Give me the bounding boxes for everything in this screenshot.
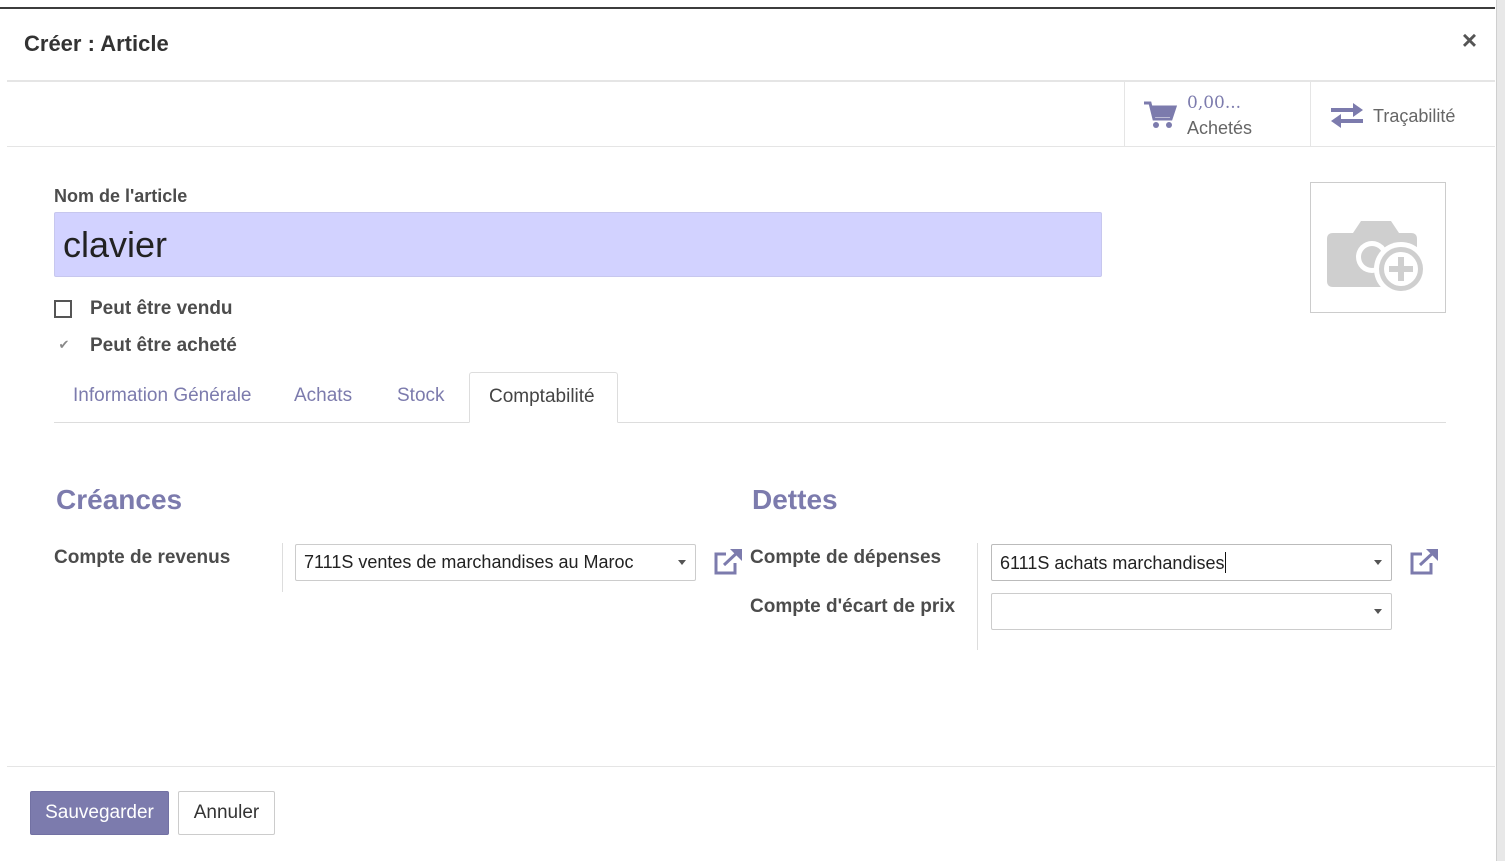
text-cursor <box>1225 552 1227 573</box>
shopping-cart-icon <box>1144 101 1177 128</box>
dialog-header: Créer : Article × <box>7 9 1495 82</box>
chevron-down-icon <box>1374 560 1382 565</box>
expense-account-select[interactable]: 6111S achats marchandises <box>991 544 1392 581</box>
article-image-upload[interactable] <box>1310 182 1446 313</box>
external-link-icon[interactable] <box>712 548 744 576</box>
checkmark-icon: ✔ <box>58 337 70 352</box>
tab-purchases[interactable]: Achats <box>294 372 352 422</box>
tab-stock[interactable]: Stock <box>397 372 445 422</box>
can-be-sold-checkbox[interactable]: Peut être vendu <box>54 296 284 322</box>
price-difference-account-label: Compte d'écart de prix <box>750 596 956 617</box>
receivables-title: Créances <box>56 484 183 515</box>
purchased-stat-button[interactable]: 0,00... Achetés <box>1124 82 1311 146</box>
cancel-button[interactable]: Annuler <box>178 791 275 835</box>
can-be-purchased-label: Peut être acheté <box>90 335 237 356</box>
save-button[interactable]: Sauvegarder <box>30 791 169 835</box>
close-icon[interactable]: × <box>1462 27 1477 53</box>
purchased-value: 0,00... <box>1187 93 1242 113</box>
camera-plus-icon <box>1327 221 1428 296</box>
payables-divider <box>977 543 978 650</box>
exchange-arrows-icon <box>1331 103 1363 128</box>
background-window-right-edge <box>1496 0 1505 861</box>
checkbox-empty-icon <box>54 300 72 318</box>
price-difference-account-select[interactable] <box>991 593 1392 630</box>
payables-title: Dettes <box>752 484 838 515</box>
can-be-sold-label: Peut être vendu <box>90 298 233 319</box>
can-be-purchased-checkbox[interactable]: ✔ Peut être acheté <box>54 333 284 359</box>
expense-account-label: Compte de dépenses <box>750 547 942 568</box>
smart-button-box: 0,00... Achetés Traçabilité <box>7 82 1495 147</box>
traceability-stat-button[interactable]: Traçabilité <box>1310 82 1496 146</box>
receivables-divider <box>282 543 283 592</box>
purchased-label: Achetés <box>1187 118 1253 138</box>
tab-general-information[interactable]: Information Générale <box>73 372 252 422</box>
article-name-input[interactable] <box>54 212 1102 277</box>
dialog-title: Créer : Article <box>24 31 169 56</box>
income-account-label: Compte de revenus <box>54 547 231 568</box>
create-article-dialog: Créer : Article × 0,00... Achetés Traçab… <box>7 9 1495 861</box>
chevron-down-icon <box>1374 609 1382 614</box>
article-name-label: Nom de l'article <box>54 186 188 206</box>
dialog-footer: Sauvegarder Annuler <box>7 766 1495 862</box>
tab-accounting[interactable]: Comptabilité <box>469 372 618 423</box>
notebook-tabs: Information Générale Achats Stock Compta… <box>54 372 1446 423</box>
form-sheet: Nom de l'article Peut être vendu ✔ Peut … <box>7 146 1495 766</box>
chevron-down-icon <box>678 560 686 565</box>
traceability-label: Traçabilité <box>1373 106 1456 126</box>
external-link-icon[interactable] <box>1408 548 1440 576</box>
income-account-value: 7111S ventes de marchandises au Maroc <box>304 552 634 572</box>
background-window-edge <box>0 0 1505 9</box>
expense-account-value: 6111S achats marchandises <box>1000 552 1227 573</box>
income-account-select[interactable]: 7111S ventes de marchandises au Maroc <box>295 544 696 581</box>
